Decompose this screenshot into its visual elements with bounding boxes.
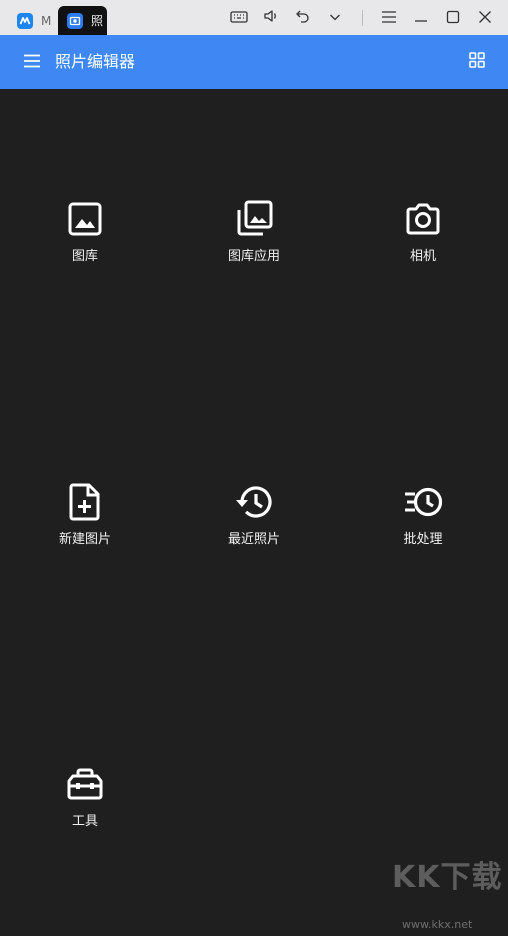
tile-label: 新建图片 [58,532,111,547]
close-button[interactable] [473,6,497,30]
undo-icon [294,7,312,29]
minimize-icon [414,9,428,28]
keyboard-icon [230,9,248,28]
title-bar: M 照 [0,0,508,35]
maximize-icon [446,9,460,28]
page-title: 照片编辑器 [55,52,136,71]
file-plus-icon [65,482,105,522]
batch-process-tile[interactable]: 批处理 [363,482,483,562]
gallery-apps-tile[interactable]: 图库应用 [194,199,314,279]
tile-label: 工具 [71,814,98,829]
undo-button[interactable] [291,6,315,30]
volume-button[interactable] [259,6,283,30]
tab-label: 照 [91,14,104,28]
history-icon [234,482,274,522]
watermark-logo: KK下载 [392,860,503,895]
tab-photo-editor[interactable]: 照 [58,6,107,35]
chevron-down-icon [328,9,342,28]
grid-view-button[interactable] [465,50,489,74]
dropdown-button[interactable] [323,6,347,30]
watermark-url: www.kkx.net [402,918,473,931]
minimize-button[interactable] [409,6,433,30]
photo-editor-app-icon [67,12,83,29]
menu-lines-icon [381,9,397,28]
app-logo-icon [17,12,33,29]
tile-label: 相机 [409,249,436,264]
navigation-menu-button[interactable] [20,50,44,74]
main-menu-button[interactable] [377,6,401,30]
close-icon [478,9,492,28]
camera-icon [403,199,443,239]
batch-clock-icon [403,482,443,522]
hamburger-menu-icon [23,53,41,72]
volume-icon [262,7,280,29]
recent-photos-tile[interactable]: 最近照片 [194,482,314,562]
tile-label: 图库 [71,249,98,264]
maximize-button[interactable] [441,6,465,30]
image-icon [65,199,105,239]
grid-view-icon [469,52,485,72]
image-stack-icon [234,199,274,239]
toolbar-divider [362,10,363,26]
tools-tile[interactable]: 工具 [25,764,145,844]
tile-label: 批处理 [403,532,443,547]
tab-app-m[interactable]: M [10,6,52,35]
tile-label: 最近照片 [227,532,280,547]
keyboard-button[interactable] [227,6,251,30]
watermark: KK下载 www.kkx.net [392,852,502,932]
app-window: M 照 照片编辑器 图库 图库应用 相机 新建图片 最近照片 批处理 工具 KK… [0,0,508,936]
new-image-tile[interactable]: 新建图片 [25,482,145,562]
tab-label: M [41,13,52,28]
gallery-tile[interactable]: 图库 [25,199,145,279]
camera-tile[interactable]: 相机 [363,199,483,279]
toolbox-icon [65,764,105,804]
app-bar: 照片编辑器 [0,35,508,89]
tile-label: 图库应用 [227,249,280,264]
